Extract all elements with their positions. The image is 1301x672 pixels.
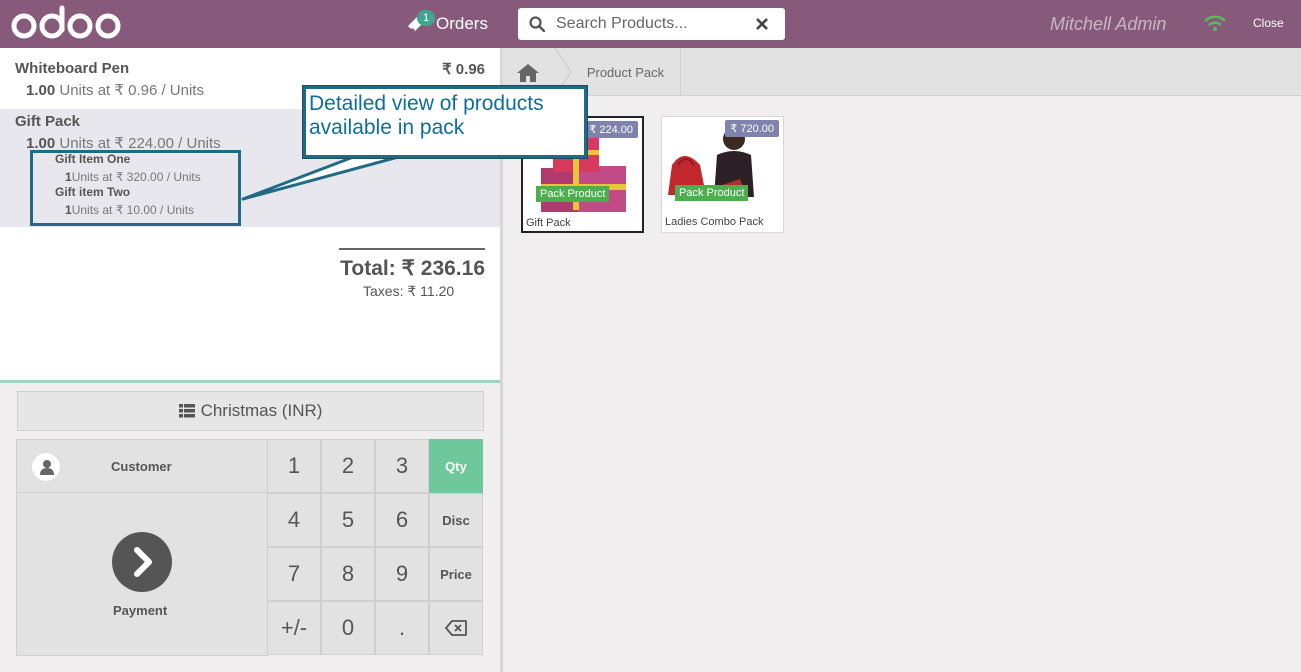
pack-product-tag: Pack Product: [536, 186, 610, 202]
user-name: Mitchell Admin: [1050, 14, 1167, 34]
orderline-product-name: Whiteboard Pen: [15, 60, 130, 77]
customer-label: Customer: [111, 459, 172, 474]
numpad-key-8[interactable]: 8: [321, 547, 375, 601]
product-name: Ladies Combo Pack: [665, 216, 764, 228]
orderline-price: ₹ 0.96: [442, 61, 485, 78]
product-name: Gift Pack: [526, 217, 571, 229]
orderline-info: 1.00 Units at ₹ 0.96 / Units: [26, 81, 204, 99]
products-pane: Product Pack ₹ 224.00 Pack Product Gift …: [503, 48, 1301, 672]
numpad-key-2[interactable]: 2: [321, 439, 375, 493]
orders-button[interactable]: 1 Orders: [405, 10, 488, 36]
odoo-logo: [11, 5, 121, 39]
numpad-key-dot[interactable]: .: [375, 601, 429, 655]
orders-count-badge: 1: [417, 10, 435, 26]
actionpad: Customer Payment: [16, 439, 268, 656]
breadcrumb-category[interactable]: Product Pack: [571, 48, 681, 96]
numpad-key-0[interactable]: 0: [321, 601, 375, 655]
numpad-key-1[interactable]: 1: [267, 439, 321, 493]
clear-search-icon[interactable]: [755, 17, 769, 31]
close-button[interactable]: Close: [1253, 16, 1284, 30]
orderline-unit-info: Units at ₹ 0.96 / Units: [59, 82, 204, 99]
numpad-key-5[interactable]: 5: [321, 493, 375, 547]
numpad-key-7[interactable]: 7: [267, 547, 321, 601]
product-price-tag: ₹ 720.00: [725, 120, 779, 137]
product-price-tag: ₹ 224.00: [584, 121, 638, 138]
search-icon: [529, 16, 545, 32]
payment-label: Payment: [113, 603, 168, 618]
chevron-right-icon: [112, 532, 172, 592]
pos-header: 1 Orders Mitchell Admin Close: [0, 0, 1301, 48]
orders-label: Orders: [436, 14, 488, 33]
pack-items-highlight: [30, 150, 241, 226]
numpad-key-3[interactable]: 3: [375, 439, 429, 493]
product-card[interactable]: ₹ 720.00 Pack Product Ladies Combo Pack: [661, 116, 784, 233]
mode-disc-button[interactable]: Disc: [429, 493, 483, 547]
pricelist-label: Christmas (INR): [200, 401, 323, 420]
mode-price-button[interactable]: Price: [429, 547, 483, 601]
numpad: 1 2 3 Qty 4 5 6 Disc 7 8 9 Price +/- 0 .: [267, 439, 484, 656]
summary-divider: [339, 248, 485, 250]
annotation-callout: Detailed view of products available in p…: [303, 86, 587, 158]
payment-button[interactable]: Payment: [17, 494, 267, 655]
ticket-icon: 1: [405, 10, 435, 35]
pack-product-tag: Pack Product: [675, 185, 749, 201]
numpad-key-6[interactable]: 6: [375, 493, 429, 547]
pricelist-button[interactable]: Christmas (INR): [17, 391, 484, 431]
customer-button[interactable]: Customer: [17, 440, 267, 493]
numpad-key-9[interactable]: 9: [375, 547, 429, 601]
list-icon: [178, 404, 195, 418]
control-pad: Christmas (INR) Customer Payment 1 2 3 Q…: [0, 383, 500, 672]
order-total: Total: ₹ 236.16: [340, 257, 485, 280]
order-taxes: Taxes: ₹ 11.20: [363, 283, 455, 299]
wifi-icon: [1204, 15, 1226, 31]
mode-qty-button[interactable]: Qty: [429, 439, 483, 493]
backspace-button[interactable]: [429, 601, 483, 655]
breadcrumb: Product Pack: [503, 48, 1301, 96]
orderline-qty: 1.00: [26, 82, 56, 99]
user-icon: [31, 452, 61, 482]
backspace-icon: [445, 620, 467, 636]
numpad-key-4[interactable]: 4: [267, 493, 321, 547]
orderline-product-name: Gift Pack: [15, 113, 81, 130]
home-icon: [517, 64, 539, 82]
search-box: [518, 8, 785, 40]
numpad-key-sign[interactable]: +/-: [267, 601, 321, 655]
search-input[interactable]: [556, 15, 751, 33]
